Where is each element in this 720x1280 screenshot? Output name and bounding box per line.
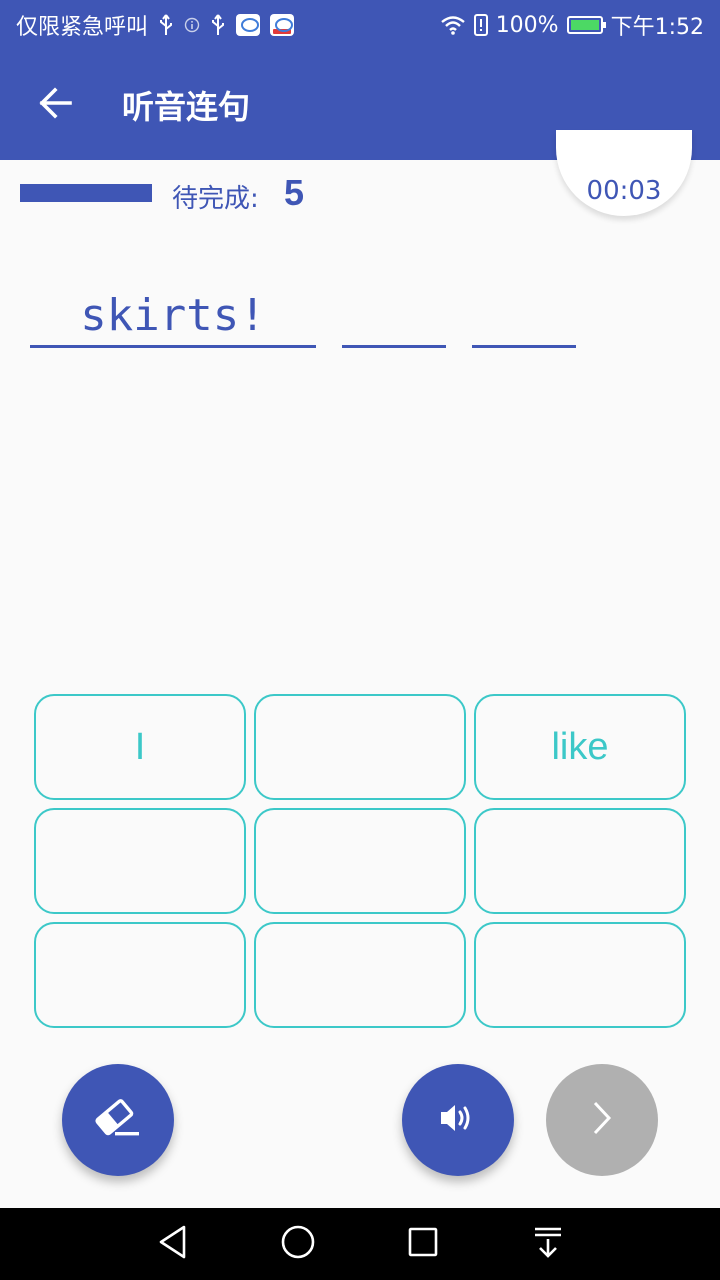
nav-notification-shade-button[interactable] — [518, 1214, 578, 1274]
status-time: 下午1:52 — [610, 15, 704, 40]
word-option[interactable] — [254, 808, 466, 914]
next-button[interactable] — [546, 1064, 658, 1176]
sentence-blank-2[interactable] — [342, 288, 446, 348]
back-button[interactable] — [26, 75, 86, 135]
pending-label: 待完成: — [172, 184, 259, 214]
word-option[interactable]: I — [34, 694, 246, 800]
triangle-back-icon — [156, 1223, 190, 1265]
word-option[interactable] — [254, 694, 466, 800]
system-nav-bar — [0, 1208, 720, 1280]
sentence-blank-3[interactable] — [472, 288, 576, 348]
word-options-grid: I like — [34, 694, 686, 1028]
timer: 00:03 — [556, 130, 692, 216]
word-option[interactable] — [34, 922, 246, 1028]
battery-icon — [566, 16, 606, 34]
page-title: 听音连句 — [122, 88, 251, 126]
nav-back-button[interactable] — [143, 1214, 203, 1274]
chevron-right-icon — [590, 1098, 614, 1142]
progress-fill — [20, 184, 152, 202]
square-recents-icon — [407, 1226, 439, 1262]
info-icon — [184, 17, 200, 33]
usb-icon — [210, 14, 226, 36]
timer-value: 00:03 — [586, 176, 662, 206]
pending-count: 5 — [284, 172, 305, 213]
app-notification-icon — [236, 14, 261, 36]
nav-recents-button[interactable] — [393, 1214, 453, 1274]
wifi-icon — [440, 15, 466, 35]
speaker-icon — [438, 1100, 478, 1140]
usb-icon — [158, 14, 174, 36]
play-sound-button[interactable] — [402, 1064, 514, 1176]
word-option[interactable] — [254, 922, 466, 1028]
word-option[interactable] — [474, 922, 686, 1028]
progress-bar — [20, 184, 152, 202]
sentence-blank-1[interactable]: skirts! — [30, 288, 316, 348]
arrow-left-icon — [38, 87, 74, 123]
word-option[interactable] — [34, 808, 246, 914]
status-bar: 仅限紧急呼叫 100% 下午1:52 — [0, 0, 720, 50]
erase-button[interactable] — [62, 1064, 174, 1176]
status-left: 仅限紧急呼叫 — [16, 10, 295, 40]
sim-alert-icon — [473, 14, 488, 36]
pull-down-icon — [532, 1225, 564, 1263]
status-right: 100% 下午1:52 — [440, 10, 704, 40]
carrier-text: 仅限紧急呼叫 — [16, 15, 149, 40]
baidu-app-icon — [270, 14, 295, 36]
circle-home-icon — [280, 1224, 316, 1264]
word-option[interactable] — [474, 808, 686, 914]
word-option[interactable]: like — [474, 694, 686, 800]
nav-home-button[interactable] — [268, 1214, 328, 1274]
eraser-icon — [93, 1098, 143, 1142]
battery-percent: 100% — [495, 12, 559, 38]
